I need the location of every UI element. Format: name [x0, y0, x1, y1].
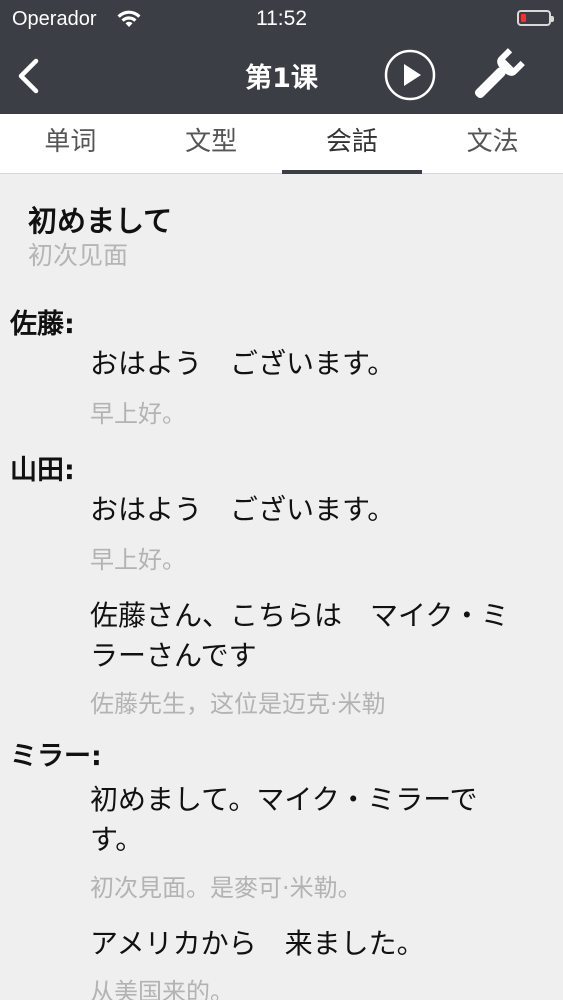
conversation-content[interactable]: 初めまして 初次见面 佐藤: おはよう ございます。 早上好。 山田: おはよう…	[0, 174, 563, 1000]
dialogue-line[interactable]: アメリカから 来ました。	[90, 924, 530, 964]
tab-bar: 单词 文型 会話 文法	[0, 114, 563, 174]
status-bar: Operador 11:52	[0, 0, 563, 38]
dialogue-translation: 早上好。	[90, 400, 186, 428]
conversation-title: 初めまして	[28, 204, 173, 238]
dialogue-translation: 佐藤先生，这位是迈克·米勒	[90, 690, 386, 718]
conversation-title-translation: 初次见面	[28, 241, 129, 270]
speaker-name: 山田:	[10, 455, 75, 486]
battery-level-fill	[521, 14, 527, 22]
wrench-icon[interactable]	[466, 43, 530, 107]
dialogue-line[interactable]: おはよう ございます。	[90, 490, 530, 530]
navigation-bar: 第1课	[0, 38, 563, 114]
play-icon[interactable]	[384, 49, 436, 101]
speaker-name: ミラー:	[10, 741, 102, 772]
clock: 11:52	[256, 7, 307, 30]
speaker-name: 佐藤:	[10, 309, 75, 340]
battery-icon	[517, 10, 554, 26]
tab-sentence-patterns[interactable]: 文型	[141, 114, 282, 173]
dialogue-translation: 早上好。	[90, 546, 186, 574]
dialogue-translation: 初次見面。是麥可·米勒。	[90, 874, 362, 902]
tab-conversation[interactable]: 会話	[281, 114, 423, 174]
dialogue-line[interactable]: おはよう ございます。	[90, 344, 530, 384]
tab-grammar[interactable]: 文法	[422, 114, 563, 173]
dialogue-translation: 从美国来的。	[90, 978, 234, 1000]
tab-vocabulary[interactable]: 单词	[0, 114, 141, 173]
dialogue-line[interactable]: 初めまして。マイク・ミラーです。	[90, 780, 530, 860]
dialogue-line[interactable]: 佐藤さん、こちらは マイク・ミラーさんです	[90, 596, 530, 676]
